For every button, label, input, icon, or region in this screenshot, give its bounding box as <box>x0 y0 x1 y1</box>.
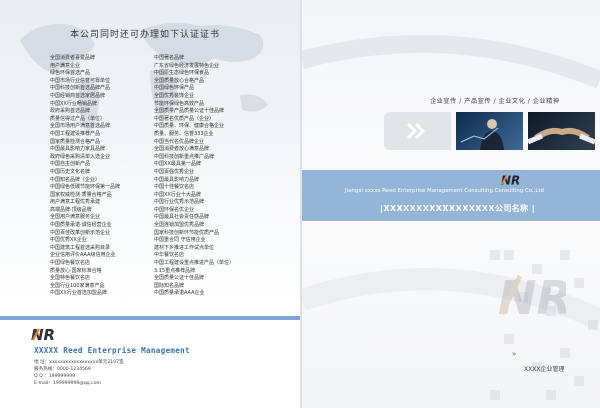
cert-item: 中国知名品牌（企业） <box>50 176 101 183</box>
cert-item: 全国消费者喜爱品牌 <box>50 55 96 61</box>
cert-list-col1: 全国消费者喜爱品牌 用户满意企业 绿色环保首选产品 中国市场行业信誉可靠单位 中国科技创… <box>50 55 120 298</box>
cert-item: 中国最具影响力家具品牌 <box>50 146 106 153</box>
management-label: XXXX企业管理 <box>524 366 565 373</box>
cert-item: 企业信用评价AAA级信用企业 <box>50 252 116 259</box>
cert-item: 中国绿色低碳节能环保第一品牌 <box>50 184 121 191</box>
cert-item: 中国最具影响力品牌 <box>154 176 200 183</box>
cert-item: 中国质量承诺AAA企业 <box>154 290 205 297</box>
certificates-heading-text: 本公司同时还可办理如下认证证书 <box>70 30 221 40</box>
cert-item: 中国十佳餐饮名店 <box>154 184 195 191</box>
contact-hotline: 服务热线：0000-1234569 <box>34 367 91 372</box>
handshake-icon <box>527 127 596 145</box>
large-watermark-logo: NR <box>498 271 566 320</box>
cert-item: 全国市场用户满意首选品牌 <box>50 123 111 130</box>
cert-item: 全国质量公证十佳品牌 <box>154 275 205 282</box>
left-page: 本公司同时还可办理如下认证证书 全国消费者喜爱品牌 用户满意企业 绿色环保首选产品中… <box>0 0 300 408</box>
businessman-silhouette-icon <box>460 119 504 150</box>
footer-divider <box>0 316 300 320</box>
cert-item: 中国百强优秀企业 <box>154 168 195 175</box>
cert-item: 中国科技创新首选品牌产品 <box>50 85 111 92</box>
cert-item: 中国优秀XX企业 <box>50 237 87 244</box>
cert-item: 中国绿色餐饮名店 <box>50 260 91 267</box>
cert-item: 全国质量产品质量公证十佳品牌 <box>154 108 225 115</box>
company-name-english: XXXXX Reed Enterprise Management <box>34 346 190 355</box>
cert-item: 全国特色餐饮名店 <box>50 275 91 282</box>
cert-item: 全国优秀装饰企业 <box>154 92 195 99</box>
photo-strip <box>384 112 598 150</box>
contact-qq: Q Q ：199999999 <box>34 374 76 379</box>
cert-item: 用户满意工程优秀承建 <box>50 199 101 206</box>
cert-item: 中国XX行业首选加盟品牌 <box>50 290 107 297</box>
cert-item: 中国质量、环保、健康合格企业 <box>154 123 225 130</box>
small-chevron-icon: » <box>512 350 517 358</box>
band-company-chinese: |XXXXXXXXXXXXXXXXX公司名称 | <box>380 204 536 213</box>
brochure-spread: 本公司同时还可办理如下认证证书 全国消费者喜爱品牌 用户满意企业 绿色环保首选产品中… <box>0 0 600 408</box>
double-chevron-icon <box>406 122 426 140</box>
cert-item: 中国XX最具第一品牌 <box>154 161 201 168</box>
cert-item: 绿色环保首选产品 <box>50 70 91 77</box>
pixel-squares-graphic <box>490 250 598 400</box>
cert-item: 政府采购首选品牌 <box>50 108 91 115</box>
cert-item: 中国经销商首选家居品牌 <box>50 92 106 99</box>
cert-item: 中国行业优秀示范品牌 <box>154 199 205 206</box>
right-page: 企业宣传 / 产品宣传 / 企业文化 / 企业精神 NR Jiangxi xxx… <box>302 0 600 408</box>
cert-item: 中国自主创新产品 <box>50 161 91 168</box>
contact-info: 地 址：xxxxxxxxxxxxxxxxxx单元2107室 服务热线：0000-… <box>34 359 124 387</box>
photo-arrows <box>384 112 451 150</box>
nr-logo-text: NR <box>31 326 55 342</box>
cert-item: 中国绿色环保产品 <box>154 85 195 92</box>
photo-businessman <box>456 112 523 150</box>
contact-email: E-mail：199999999@qq.com <box>34 381 101 386</box>
band-company-english: Jiangxi xxxxx Reed Enterprise Management… <box>345 188 544 194</box>
cert-item: 质量、服务、信誉333企业 <box>154 130 214 137</box>
cert-item: 中国质量承诺·诚信经营企业 <box>50 222 112 229</box>
cert-item: 中国原生态绿色环保食品 <box>154 70 210 77</box>
cert-item: 中国当代名优品牌企业 <box>154 138 205 145</box>
cert-item: 中国工程建设推荐产品 <box>50 130 101 137</box>
certificates-heading: 本公司同时还可办理如下认证证书 <box>40 27 270 40</box>
cert-item: 中国工程建设重点推进产品（单位） <box>154 260 235 267</box>
cert-item: 全国连锁加盟优秀品牌 <box>154 222 205 229</box>
cert-item: 全国用户满意服务企业 <box>50 214 101 221</box>
tagline: 企业宣传 / 产品宣传 / 企业文化 / 企业精神 <box>430 98 560 105</box>
nr-logo: NR <box>31 326 55 342</box>
cert-item: 中国重合同 守信用企业 <box>154 237 206 244</box>
band-nr-logo: NR <box>501 174 520 187</box>
world-map-graphic <box>20 22 268 135</box>
cert-item: 中国最具社会责任感品牌 <box>154 214 210 221</box>
cert-item: 国家质量检测合格产品 <box>50 138 101 145</box>
photo-handshake <box>527 112 596 150</box>
cert-item: 中国历史文化名牌 <box>50 168 91 175</box>
cert-list-col2: 中国著名品牌 广东省绿色经济发展特色企业 中国原生态绿色环保食品 全国质量放心合格产品… <box>154 55 234 298</box>
cert-item: 中国著名品牌 <box>154 55 185 61</box>
cert-item: 中华餐饮名店 <box>154 252 185 259</box>
cert-item: 全国消费者放心满意品牌 <box>154 146 210 153</box>
contact-address: 地 址：xxxxxxxxxxxxxxxxxx单元2107室 <box>34 360 124 365</box>
